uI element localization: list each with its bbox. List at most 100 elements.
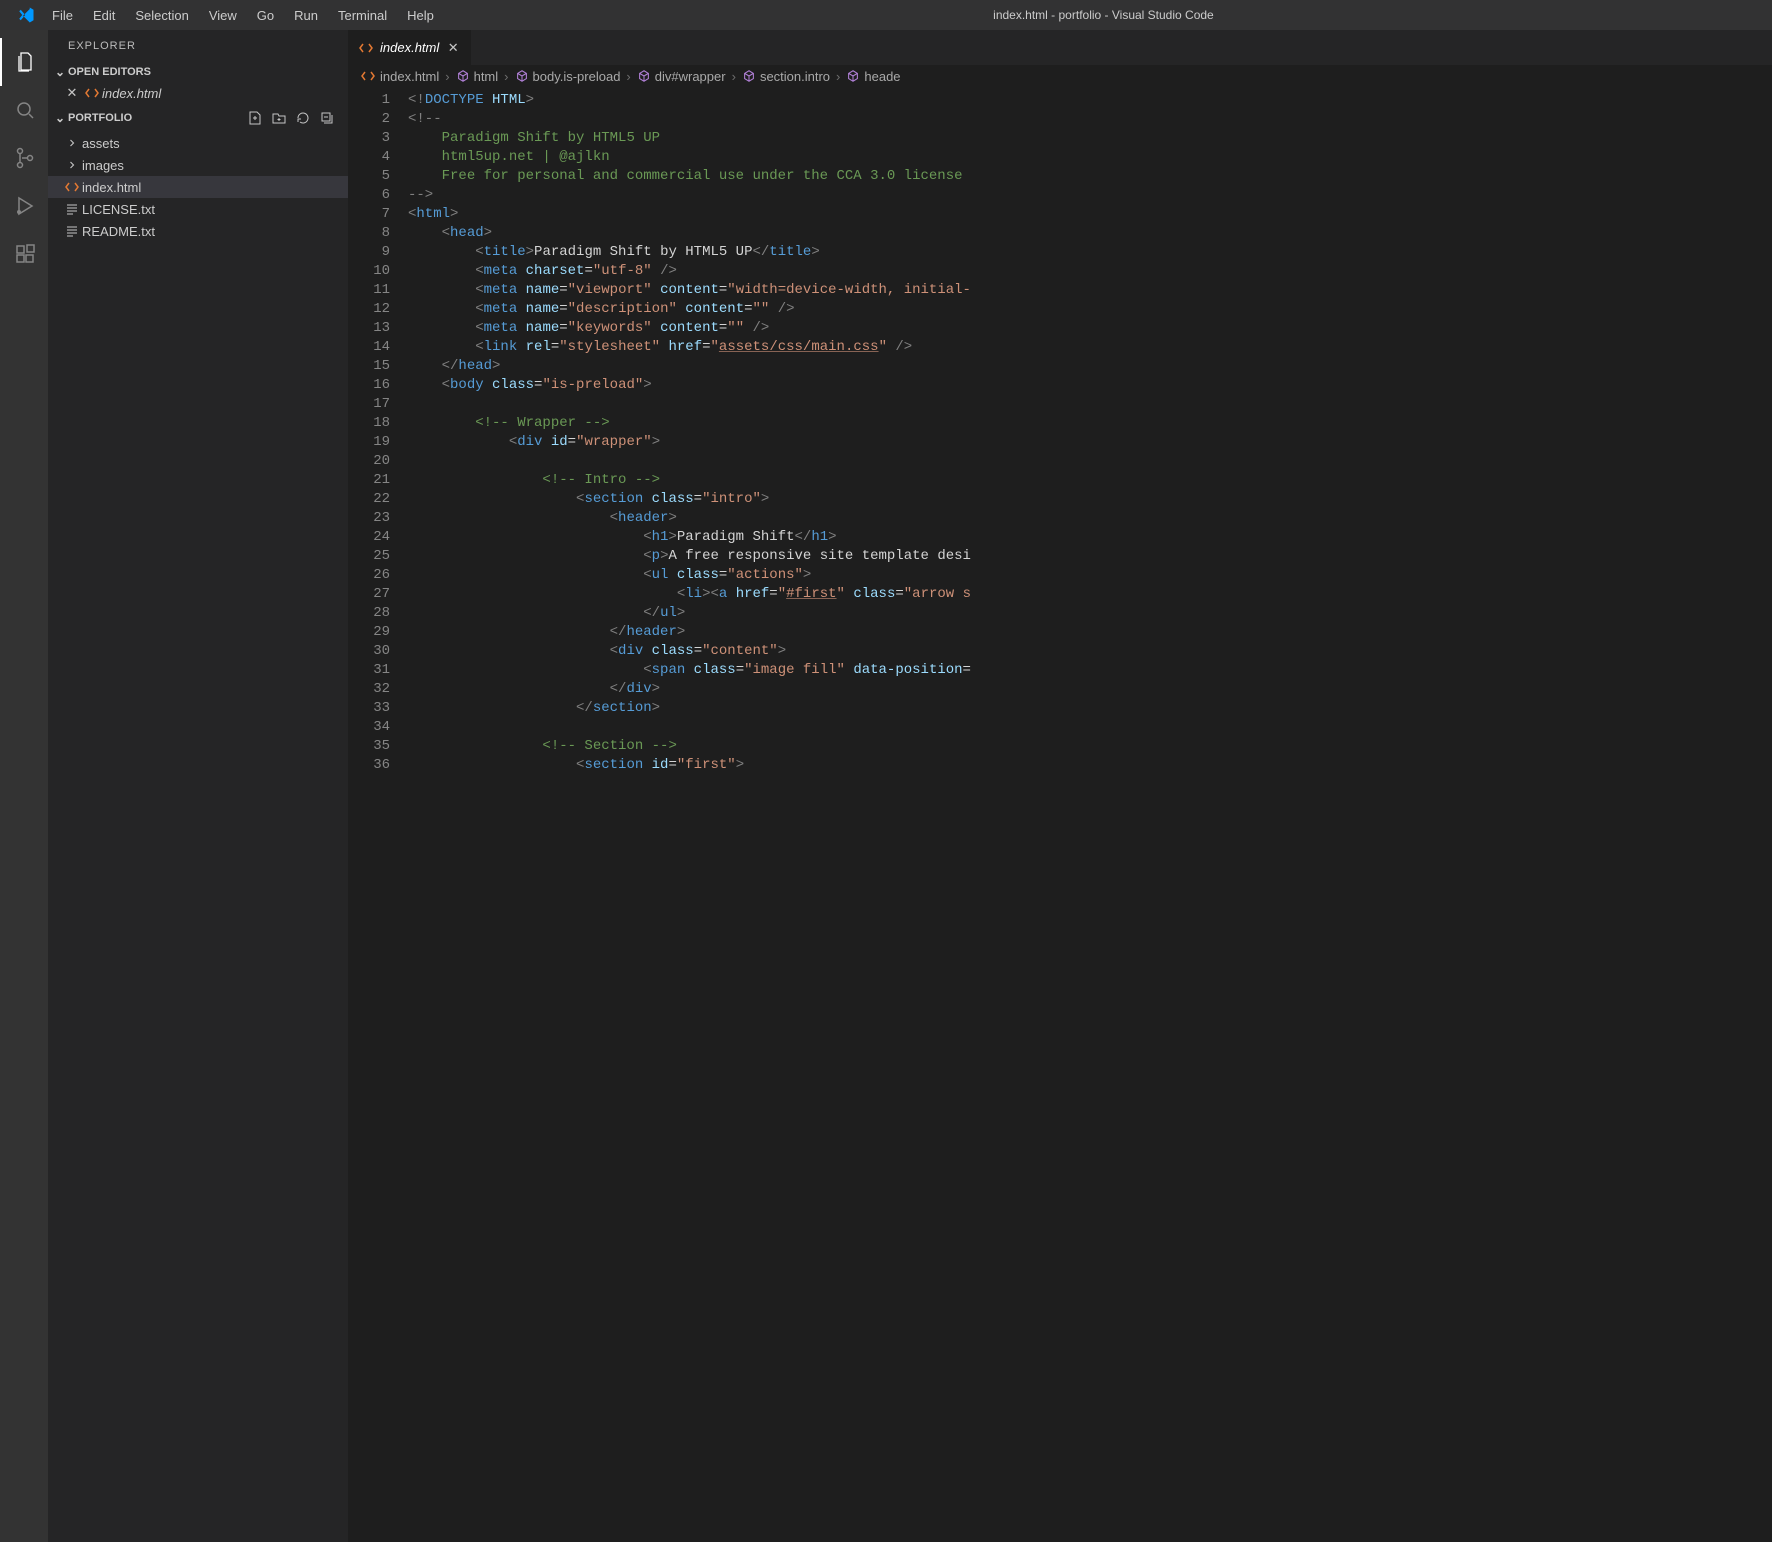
activity-source-control-icon[interactable] (0, 134, 48, 182)
breadcrumb-label: heade (864, 69, 900, 84)
sidebar-title: EXPLORER (48, 30, 348, 62)
open-editors-header[interactable]: ⌄ OPEN EDITORS (48, 62, 348, 82)
line-number: 1 (348, 91, 390, 110)
folder-item[interactable]: assets (48, 132, 348, 154)
code-line[interactable]: <meta name="description" content="" /> (408, 300, 1772, 319)
code-line[interactable]: </div> (408, 680, 1772, 699)
code-line[interactable]: <title>Paradigm Shift by HTML5 UP</title… (408, 243, 1772, 262)
tab-index-html[interactable]: index.html ✕ (348, 30, 472, 65)
code-line[interactable] (408, 452, 1772, 471)
code-line[interactable]: <section class="intro"> (408, 490, 1772, 509)
menu-go[interactable]: Go (248, 4, 283, 27)
close-icon[interactable]: ✕ (62, 85, 82, 101)
chevron-right-icon: › (502, 69, 510, 84)
line-number: 21 (348, 471, 390, 490)
file-item[interactable]: README.txt (48, 220, 348, 242)
line-number: 3 (348, 129, 390, 148)
code-line[interactable]: <li><a href="#first" class="arrow s (408, 585, 1772, 604)
line-number: 28 (348, 604, 390, 623)
code-line[interactable]: html5up.net | @ajlkn (408, 148, 1772, 167)
code-editor[interactable]: 1234567891011121314151617181920212223242… (348, 87, 1772, 1542)
code-line[interactable]: <section id="first"> (408, 756, 1772, 775)
code-line[interactable]: <meta name="viewport" content="width=dev… (408, 281, 1772, 300)
menu-terminal[interactable]: Terminal (329, 4, 396, 27)
breadcrumb-item[interactable]: heade (846, 69, 900, 84)
code-line[interactable]: <head> (408, 224, 1772, 243)
code-line[interactable]: </head> (408, 357, 1772, 376)
code-line[interactable]: <!-- Section --> (408, 737, 1772, 756)
breadcrumbs[interactable]: index.html›html›body.is-preload›div#wrap… (348, 65, 1772, 87)
line-number: 7 (348, 205, 390, 224)
code-line[interactable]: <h1>Paradigm Shift</h1> (408, 528, 1772, 547)
code-line[interactable]: </section> (408, 699, 1772, 718)
code-line[interactable]: <header> (408, 509, 1772, 528)
activity-run-debug-icon[interactable] (0, 182, 48, 230)
chevron-right-icon (62, 159, 82, 171)
menu-run[interactable]: Run (285, 4, 327, 27)
menu-view[interactable]: View (200, 4, 246, 27)
close-icon[interactable]: ✕ (445, 40, 461, 56)
text-file-icon (62, 223, 82, 239)
file-name: index.html (82, 180, 141, 195)
code-line[interactable]: <span class="image fill" data-position= (408, 661, 1772, 680)
window-title: index.html - portfolio - Visual Studio C… (443, 8, 1764, 22)
file-name: LICENSE.txt (82, 202, 155, 217)
line-number: 26 (348, 566, 390, 585)
breadcrumb-item[interactable]: index.html (360, 68, 439, 84)
code-line[interactable]: <!-- Intro --> (408, 471, 1772, 490)
activity-search-icon[interactable] (0, 86, 48, 134)
code-line[interactable]: <meta charset="utf-8" /> (408, 262, 1772, 281)
file-item[interactable]: LICENSE.txt (48, 198, 348, 220)
refresh-icon[interactable] (292, 107, 314, 129)
code-content[interactable]: <!DOCTYPE HTML><!-- Paradigm Shift by HT… (408, 87, 1772, 1542)
breadcrumb-item[interactable]: div#wrapper (637, 69, 726, 84)
activity-extensions-icon[interactable] (0, 230, 48, 278)
symbol-icon (515, 69, 529, 83)
line-number: 24 (348, 528, 390, 547)
code-line[interactable]: </ul> (408, 604, 1772, 623)
activity-bar (0, 30, 48, 1542)
code-line[interactable]: <!-- Wrapper --> (408, 414, 1772, 433)
menu-edit[interactable]: Edit (84, 4, 124, 27)
code-line[interactable]: </header> (408, 623, 1772, 642)
code-line[interactable]: <ul class="actions"> (408, 566, 1772, 585)
menu-file[interactable]: File (43, 4, 82, 27)
folder-item[interactable]: images (48, 154, 348, 176)
project-header[interactable]: ⌄ PORTFOLIO (48, 104, 348, 132)
collapse-all-icon[interactable] (316, 107, 338, 129)
code-line[interactable] (408, 395, 1772, 414)
breadcrumb-item[interactable]: section.intro (742, 69, 830, 84)
new-folder-icon[interactable] (268, 107, 290, 129)
code-line[interactable] (408, 718, 1772, 737)
open-editor-item[interactable]: ✕index.html (48, 82, 348, 104)
activity-explorer-icon[interactable] (0, 38, 48, 86)
project-actions (244, 107, 344, 129)
menu-help[interactable]: Help (398, 4, 443, 27)
editor-tabs: index.html ✕ (348, 30, 1772, 65)
line-number: 16 (348, 376, 390, 395)
code-line[interactable]: <!DOCTYPE HTML> (408, 91, 1772, 110)
vscode-logo-icon (8, 6, 43, 24)
menu-selection[interactable]: Selection (126, 4, 197, 27)
new-file-icon[interactable] (244, 107, 266, 129)
breadcrumb-item[interactable]: body.is-preload (515, 69, 621, 84)
code-line[interactable]: Paradigm Shift by HTML5 UP (408, 129, 1772, 148)
line-number: 4 (348, 148, 390, 167)
file-name: assets (82, 136, 120, 151)
breadcrumb-item[interactable]: html (456, 69, 499, 84)
code-line[interactable]: <meta name="keywords" content="" /> (408, 319, 1772, 338)
code-line[interactable]: <p>A free responsive site template desi (408, 547, 1772, 566)
line-number: 19 (348, 433, 390, 452)
file-item[interactable]: index.html (48, 176, 348, 198)
code-line[interactable]: Free for personal and commercial use und… (408, 167, 1772, 186)
code-line[interactable]: --> (408, 186, 1772, 205)
code-line[interactable]: <link rel="stylesheet" href="assets/css/… (408, 338, 1772, 357)
code-line[interactable]: <!-- (408, 110, 1772, 129)
line-number: 30 (348, 642, 390, 661)
breadcrumb-label: div#wrapper (655, 69, 726, 84)
file-name: README.txt (82, 224, 155, 239)
code-line[interactable]: <html> (408, 205, 1772, 224)
code-line[interactable]: <div class="content"> (408, 642, 1772, 661)
code-line[interactable]: <body class="is-preload"> (408, 376, 1772, 395)
code-line[interactable]: <div id="wrapper"> (408, 433, 1772, 452)
